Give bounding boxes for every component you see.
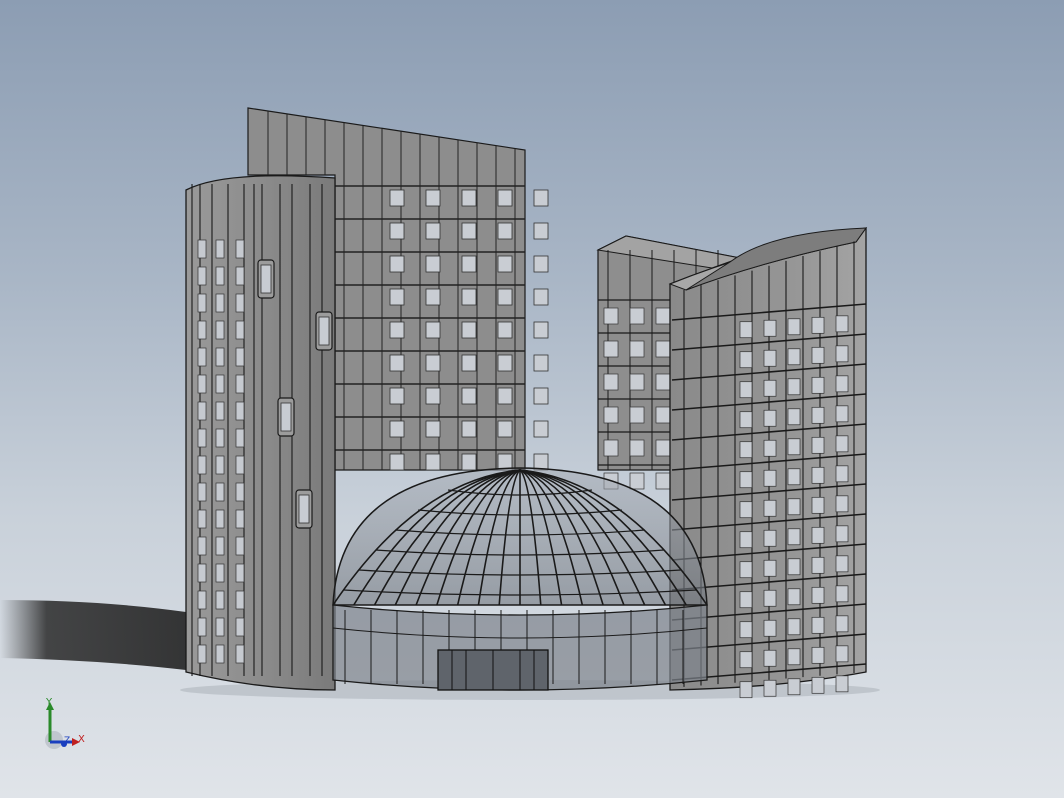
triad-z-label: Z (64, 736, 71, 746)
graphics-viewport[interactable]: Y Z X (0, 0, 1064, 798)
building-model[interactable] (0, 0, 1064, 798)
triad-x-label: X (78, 734, 85, 745)
glass-dome (332, 467, 708, 691)
view-orientation-triad[interactable]: Y Z X (40, 698, 92, 754)
left-tower (185, 175, 336, 691)
triad-y-label: Y (46, 697, 53, 708)
triad-origin-icon (45, 731, 63, 749)
ground-shadow (0, 600, 186, 670)
